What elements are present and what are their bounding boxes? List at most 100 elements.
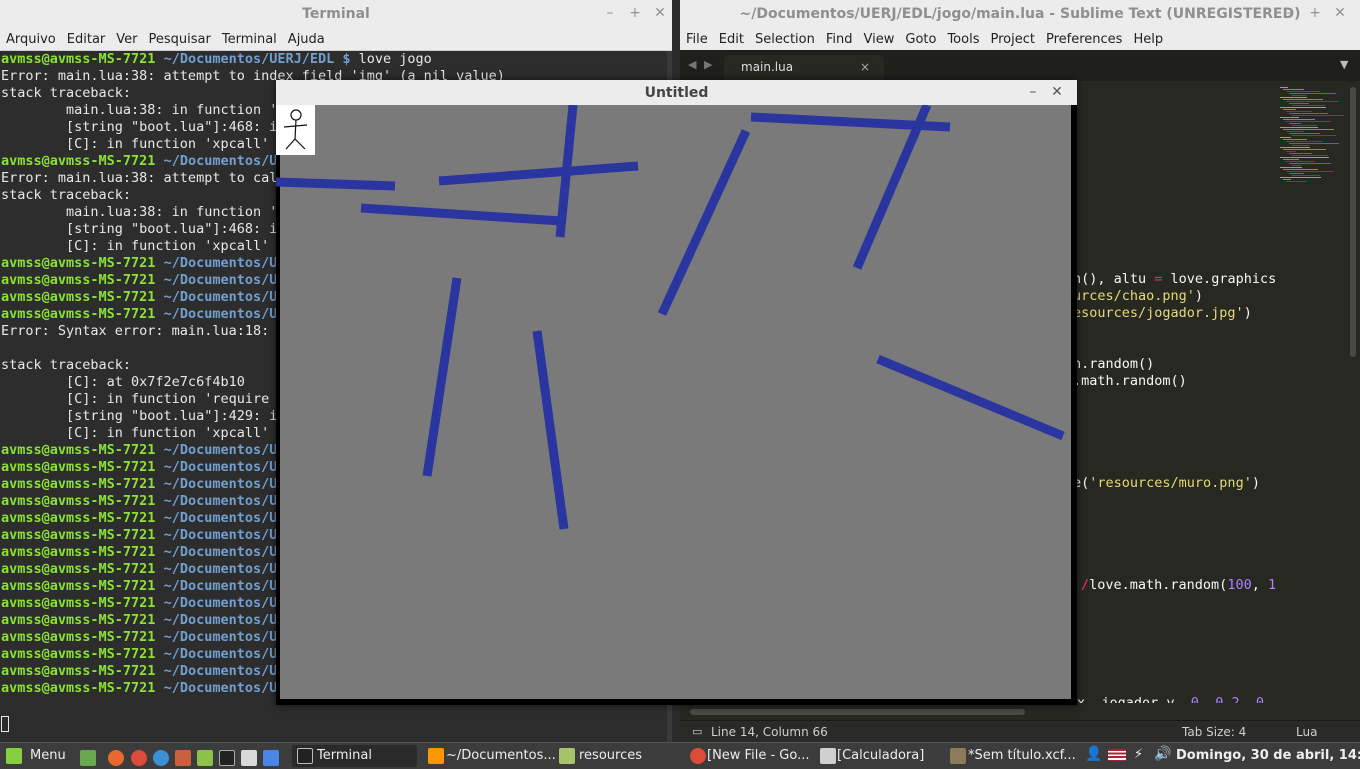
minimap-line xyxy=(1289,93,1336,94)
editor-vertical-scrollbar[interactable] xyxy=(1346,81,1360,703)
sublime-menu-goto[interactable]: Goto xyxy=(899,29,941,47)
prompt-path: ~/Documentos/U xyxy=(155,561,278,577)
terminal-line: stack traceback: xyxy=(1,357,132,373)
minimap-line xyxy=(1292,165,1301,166)
sublime-minimize-button[interactable]: – xyxy=(1282,5,1298,21)
task-resources[interactable]: resources xyxy=(556,745,681,767)
minimap-line xyxy=(1286,131,1304,132)
disk-icon[interactable] xyxy=(175,750,191,766)
prompt-path: ~/Documentos/U xyxy=(155,289,278,305)
terminal-line: avmss@avmss-MS-7721 ~/Documentos/U xyxy=(1,493,277,510)
game-close-button[interactable]: ✕ xyxy=(1049,84,1065,100)
tab-close-icon[interactable]: × xyxy=(860,60,870,74)
code-token: .math.random() xyxy=(1073,373,1187,389)
terminal-menu-editar[interactable]: Editar xyxy=(61,29,111,47)
prompt-user: avmss@avmss-MS-7721 xyxy=(1,663,156,679)
game-window-title: Untitled xyxy=(644,85,709,101)
sublime-menu-edit[interactable]: Edit xyxy=(713,29,749,47)
prompt-user: avmss@avmss-MS-7721 xyxy=(1,612,156,628)
volume-icon[interactable]: 🔊 xyxy=(1154,746,1171,762)
minimap-line xyxy=(1286,121,1331,122)
terminal-menu-terminal[interactable]: Terminal xyxy=(216,29,282,47)
sublime-menu-help[interactable]: Help xyxy=(1127,29,1168,47)
minimap-line xyxy=(1280,127,1318,128)
task-sublime[interactable]: ~/Documentos... xyxy=(424,745,556,767)
chrome-icon xyxy=(690,748,706,764)
terminal-menu-ajuda[interactable]: Ajuda xyxy=(282,29,330,47)
code-token: ) xyxy=(1243,305,1252,321)
minimap-line xyxy=(1286,101,1339,102)
sublime-tabbar: ◀ ▶ main.lua × ▼ xyxy=(680,50,1360,81)
tab-prev-icon[interactable]: ◀ xyxy=(688,58,696,71)
minimap-line xyxy=(1283,159,1299,160)
sublime-menu-find[interactable]: Find xyxy=(820,29,858,47)
tab-next-icon[interactable]: ▶ xyxy=(704,58,712,71)
user-icon[interactable]: 👤 xyxy=(1085,746,1102,762)
sublime-menu-tools[interactable]: Tools xyxy=(941,29,984,47)
clock[interactable]: Domingo, 30 de abril, 14:03 xyxy=(1176,748,1360,763)
prompt-path: ~/Documentos/U xyxy=(155,510,278,526)
game-canvas[interactable] xyxy=(276,105,1077,705)
terminal-titlebar[interactable]: Terminal – + ✕ xyxy=(0,0,672,28)
prompt-user: avmss@avmss-MS-7721 xyxy=(1,442,156,458)
chrome-icon[interactable] xyxy=(131,750,147,766)
terminal-menubar: Arquivo Editar Ver Pesquisar Terminal Ajuda xyxy=(0,28,672,51)
scrollbar-thumb[interactable] xyxy=(1350,87,1356,357)
software-icon[interactable] xyxy=(263,750,279,766)
prompt-path: ~/Documentos/UERJ/EDL $ xyxy=(155,51,351,67)
prompt-user: avmss@avmss-MS-7721 xyxy=(1,51,156,67)
terminal-line: avmss@avmss-MS-7721 ~/Documentos/U xyxy=(1,561,277,578)
player-sprite xyxy=(276,105,315,155)
terminal-line: Error: main.lua:38: attempt to cal xyxy=(1,170,278,186)
panel-toggle-icon[interactable]: ▭ xyxy=(692,725,702,738)
files-icon[interactable] xyxy=(197,750,213,766)
minimap-line xyxy=(1286,111,1312,112)
terminal-menu-arquivo[interactable]: Arquivo xyxy=(0,29,61,47)
tab-main-lua[interactable]: main.lua × xyxy=(724,55,884,81)
code-token: x, jogador.y, xyxy=(1077,695,1191,703)
task-calculator[interactable]: [Calculadora] xyxy=(817,745,942,767)
terminal-close-button[interactable]: ✕ xyxy=(652,5,668,21)
sublime-close-button[interactable]: ✕ xyxy=(1332,5,1348,21)
task-gimp[interactable]: *Sem título.xcf... xyxy=(947,745,1076,767)
start-menu-button[interactable]: Menu xyxy=(2,745,66,767)
terminal-line: avmss@avmss-MS-7721 ~/Documentos/U xyxy=(1,578,277,595)
status-tab-size[interactable]: Tab Size: 4 xyxy=(1182,725,1246,739)
network-icon[interactable]: ⚡ xyxy=(1134,747,1143,762)
code-line: esources/jogador.jpg') xyxy=(1073,305,1252,322)
tab-dropdown-icon[interactable]: ▼ xyxy=(1340,58,1348,71)
terminal-launcher-icon[interactable] xyxy=(219,750,235,766)
sublime-menu-view[interactable]: View xyxy=(858,29,900,47)
terminal-menu-pesquisar[interactable]: Pesquisar xyxy=(143,29,216,47)
sublime-menu-preferences[interactable]: Preferences xyxy=(1040,29,1127,47)
terminal-maximize-button[interactable]: + xyxy=(627,5,643,21)
sublime-menu-project[interactable]: Project xyxy=(984,29,1039,47)
sublime-statusbar: ▭ Line 14, Column 66 Tab Size: 4 Lua xyxy=(680,720,1360,743)
task-calculator-label: [Calculadora] xyxy=(837,748,925,763)
task-terminal[interactable]: Terminal xyxy=(292,745,417,767)
code-token: ) xyxy=(1194,288,1204,304)
task-chrome[interactable]: [New File - Go... xyxy=(687,745,812,767)
show-desktop-icon[interactable] xyxy=(80,750,96,766)
code-line: /love.math.random(100, 100 xyxy=(1081,577,1276,594)
code-token: h.random() xyxy=(1073,356,1155,372)
terminal-menu-ver[interactable]: Ver xyxy=(110,29,142,47)
status-syntax[interactable]: Lua xyxy=(1296,725,1317,739)
terminal-minimize-button[interactable]: – xyxy=(602,5,618,21)
firefox-icon[interactable] xyxy=(108,750,124,766)
prompt-command: love jogo xyxy=(350,51,432,67)
minimap[interactable] xyxy=(1276,81,1346,703)
game-minimize-button[interactable]: – xyxy=(1025,84,1041,100)
sublime-menu-file[interactable]: File xyxy=(680,29,713,47)
editor-horizontal-scrollbar[interactable] xyxy=(690,709,1025,715)
thunderbird-icon[interactable] xyxy=(153,750,169,766)
sublime-icon xyxy=(428,748,444,764)
code-token: esources/jogador.jpg' xyxy=(1073,305,1244,321)
minimap-line xyxy=(1283,179,1291,180)
sublime-maximize-button[interactable]: + xyxy=(1307,5,1323,21)
keyboard-layout-flag-icon[interactable] xyxy=(1108,749,1126,761)
minimap-line xyxy=(1280,107,1326,108)
sublime-titlebar[interactable]: ~/Documentos/UERJ/EDL/jogo/main.lua - Su… xyxy=(680,0,1360,28)
book-icon[interactable] xyxy=(241,750,257,766)
sublime-menu-selection[interactable]: Selection xyxy=(749,29,820,47)
